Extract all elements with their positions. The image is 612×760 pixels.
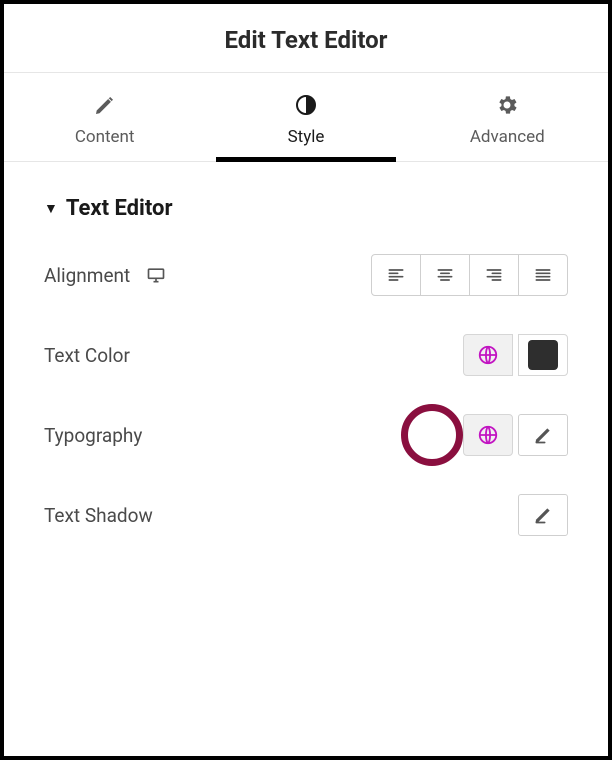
section-title: Text Editor: [66, 196, 173, 221]
panel-header: Edit Text Editor: [4, 4, 608, 73]
section-header[interactable]: ▼ Text Editor: [44, 196, 568, 221]
pencil-icon: [533, 425, 553, 445]
align-right-button[interactable]: [469, 254, 519, 296]
section-text-editor: ▼ Text Editor Alignment: [4, 162, 608, 581]
align-left-button[interactable]: [371, 254, 421, 296]
highlight-ring: [401, 404, 463, 466]
align-center-button[interactable]: [420, 254, 470, 296]
tab-advanced[interactable]: Advanced: [407, 73, 608, 161]
row-text-shadow: Text Shadow: [44, 491, 568, 539]
alignment-label: Alignment: [44, 264, 130, 287]
row-text-color: Text Color: [44, 331, 568, 379]
typography-edit-button[interactable]: [518, 414, 568, 456]
globe-icon: [477, 344, 499, 366]
contrast-icon: [294, 93, 318, 117]
panel-title: Edit Text Editor: [4, 26, 608, 54]
alignment-buttons: [371, 254, 568, 296]
gear-icon: [495, 93, 519, 117]
row-typography: Typography: [44, 411, 568, 459]
tab-style[interactable]: Style: [205, 73, 406, 161]
text-color-label: Text Color: [44, 344, 130, 367]
text-shadow-edit-button[interactable]: [518, 494, 568, 536]
tabs: Content Style Advanced: [4, 73, 608, 162]
text-color-global-button[interactable]: [463, 334, 513, 376]
text-color-swatch-button[interactable]: [518, 334, 568, 376]
typography-global-button[interactable]: [463, 414, 513, 456]
row-alignment: Alignment: [44, 251, 568, 299]
tab-content-label: Content: [75, 127, 135, 147]
desktop-icon[interactable]: [146, 265, 166, 285]
globe-icon: [477, 424, 499, 446]
settings-panel: Edit Text Editor Content Style Advanced …: [0, 0, 612, 760]
tab-advanced-label: Advanced: [470, 127, 545, 147]
pencil-icon: [93, 93, 117, 117]
tab-style-label: Style: [288, 127, 325, 147]
tab-content[interactable]: Content: [4, 73, 205, 161]
text-shadow-label: Text Shadow: [44, 504, 153, 527]
caret-down-icon: ▼: [44, 200, 58, 217]
align-justify-button[interactable]: [518, 254, 568, 296]
color-swatch: [528, 340, 558, 370]
typography-label: Typography: [44, 424, 142, 447]
pencil-icon: [533, 505, 553, 525]
